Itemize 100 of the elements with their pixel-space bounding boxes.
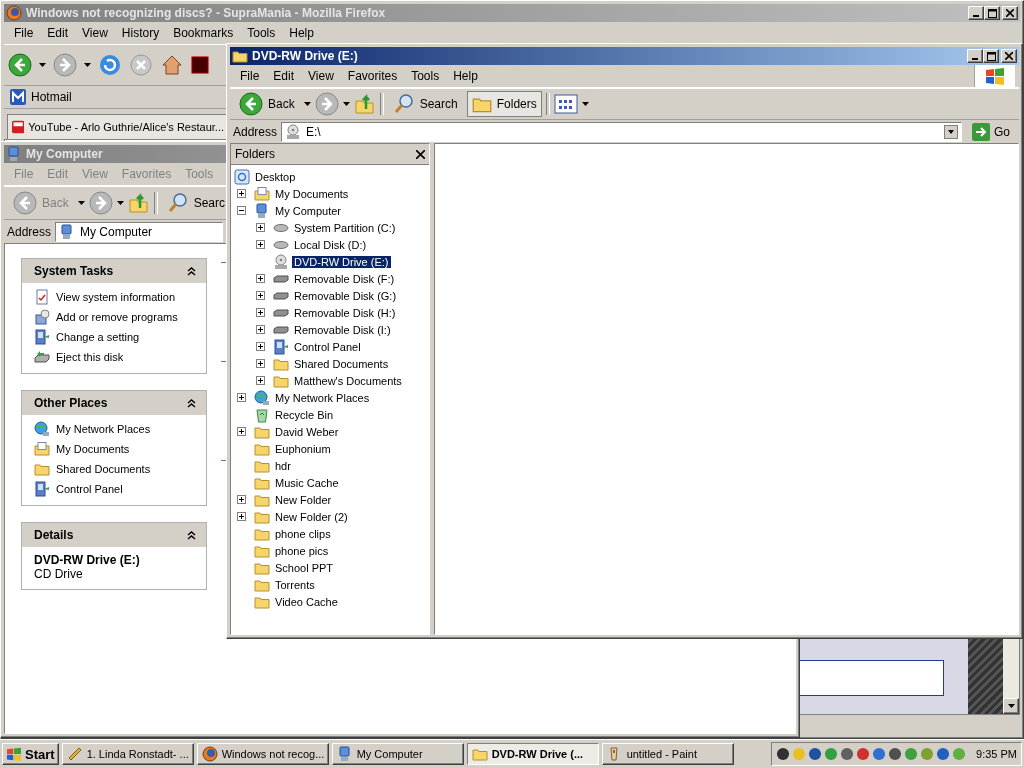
add-on-icon[interactable] xyxy=(191,56,209,74)
taskbar-button[interactable]: 1. Linda Ronstadt- ... xyxy=(61,743,194,765)
folder-tree-item[interactable]: Desktop xyxy=(253,170,298,183)
expand-button[interactable] xyxy=(237,427,246,436)
dropdown-icon[interactable] xyxy=(944,124,958,139)
folder-tree-item[interactable]: Recycle Bin xyxy=(273,408,336,421)
folder-tree-item[interactable]: My Network Places xyxy=(273,391,372,404)
expand-button[interactable] xyxy=(237,495,246,504)
task-link[interactable]: My Documents xyxy=(34,441,198,457)
reload-icon[interactable] xyxy=(98,53,122,77)
folder-tree-item[interactable]: Torrents xyxy=(273,578,317,591)
menu-item[interactable]: File xyxy=(234,67,266,85)
folder-tree-item[interactable]: Local Disk (D:) xyxy=(292,238,369,251)
bookmark-link[interactable]: Hotmail xyxy=(10,89,72,105)
browser-tab[interactable]: YouTube - Arlo Guthrie/Alice's Restaur... xyxy=(7,114,229,139)
task-link[interactable]: My Network Places xyxy=(34,421,198,437)
start-button[interactable]: Start xyxy=(2,743,59,765)
expand-button[interactable] xyxy=(237,393,246,402)
folder-tree-item[interactable]: David Weber xyxy=(273,425,341,438)
taskbar-button[interactable]: DVD-RW Drive (... xyxy=(466,743,599,765)
folder-tree-item[interactable]: New Folder (2) xyxy=(273,510,350,523)
folder-tree-item[interactable]: Euphonium xyxy=(273,442,333,455)
taskbar-button[interactable]: untitled - Paint xyxy=(601,743,734,765)
back-button[interactable]: Back xyxy=(234,91,300,117)
menu-item[interactable]: Help xyxy=(283,24,320,42)
folder-tree-item[interactable]: Matthew's Documents xyxy=(292,374,404,387)
scroll-down-button[interactable] xyxy=(1003,698,1019,714)
expand-button[interactable] xyxy=(256,342,265,351)
home-icon[interactable] xyxy=(160,53,184,77)
menu-item[interactable]: Edit xyxy=(267,67,301,85)
task-link[interactable]: Control Panel xyxy=(34,481,198,497)
tray-icon[interactable] xyxy=(888,747,903,761)
close-button[interactable] xyxy=(1001,49,1017,63)
menu-item[interactable]: File xyxy=(8,24,40,42)
tray-icon[interactable] xyxy=(936,747,951,761)
address-field[interactable]: E:\ xyxy=(281,121,962,142)
collapse-button[interactable] xyxy=(237,206,246,215)
folder-tree-item[interactable]: Control Panel xyxy=(292,340,363,353)
collapse-icon[interactable] xyxy=(187,266,196,276)
folder-tree-item[interactable]: New Folder xyxy=(273,493,334,506)
task-link[interactable]: Change a setting xyxy=(34,329,198,345)
maximize-button[interactable] xyxy=(983,49,999,63)
address-field[interactable]: My Computer xyxy=(55,221,224,242)
expand-button[interactable] xyxy=(237,512,246,521)
restore-button[interactable] xyxy=(984,6,1000,20)
minimize-button[interactable] xyxy=(967,49,983,63)
minimize-button[interactable] xyxy=(968,6,984,20)
tray-icon[interactable] xyxy=(808,747,823,761)
folder-tree-item[interactable]: My Computer xyxy=(273,204,344,217)
folder-tree-item[interactable]: Shared Documents xyxy=(292,357,391,370)
tray-icon[interactable] xyxy=(840,747,855,761)
menu-item[interactable]: Help xyxy=(447,67,484,85)
menu-item[interactable]: View xyxy=(302,67,340,85)
expand-button[interactable] xyxy=(256,274,265,283)
close-icon[interactable] xyxy=(416,149,425,159)
close-button[interactable] xyxy=(1002,6,1018,20)
tray-icon[interactable] xyxy=(776,747,791,761)
menu-item[interactable]: View xyxy=(76,24,114,42)
expand-button[interactable] xyxy=(256,325,265,334)
menu-item[interactable]: Tools xyxy=(405,67,446,85)
collapse-icon[interactable] xyxy=(187,398,196,408)
expand-button[interactable] xyxy=(256,359,265,368)
folder-tree-item[interactable]: System Partition (C:) xyxy=(292,221,398,234)
menu-item[interactable]: Edit xyxy=(41,24,75,42)
folder-tree-item[interactable]: My Documents xyxy=(273,187,351,200)
taskbar-button[interactable]: Windows not recog... xyxy=(196,743,329,765)
folder-tree-item[interactable]: School PPT xyxy=(273,561,336,574)
task-link[interactable]: Eject this disk xyxy=(34,349,198,365)
folder-tree-item[interactable]: Removable Disk (H:) xyxy=(292,306,398,319)
task-link[interactable]: View system information xyxy=(34,289,198,305)
expand-button[interactable] xyxy=(256,308,265,317)
task-link[interactable]: Add or remove programs xyxy=(34,309,198,325)
menu-item[interactable]: Favorites xyxy=(341,67,404,85)
go-button[interactable]: Go xyxy=(966,122,1016,141)
task-link[interactable]: Shared Documents xyxy=(34,461,198,477)
folder-tree-item[interactable]: Music Cache xyxy=(273,476,341,489)
menu-item[interactable]: History xyxy=(115,24,166,42)
stop-icon[interactable] xyxy=(129,53,153,77)
folders-button[interactable]: Folders xyxy=(466,91,542,117)
expand-button[interactable] xyxy=(256,223,265,232)
folder-tree-item[interactable]: phone pics xyxy=(273,544,331,557)
expand-button[interactable] xyxy=(256,291,265,300)
folder-tree-item[interactable]: phone clips xyxy=(273,527,333,540)
plus-icon xyxy=(258,293,263,298)
menu-item[interactable]: Tools xyxy=(241,24,282,42)
search-button[interactable]: Search xyxy=(387,91,463,117)
expand-button[interactable] xyxy=(256,240,265,249)
folder-tree-item[interactable]: Removable Disk (F:) xyxy=(292,272,397,285)
search-button[interactable]: Searc xyxy=(161,190,231,216)
expand-button[interactable] xyxy=(237,189,246,198)
menu-item[interactable]: Bookmarks xyxy=(167,24,240,42)
folder-tree-item[interactable]: Video Cache xyxy=(273,595,340,608)
views-icon[interactable] xyxy=(553,94,578,114)
folder-tree-item[interactable]: DVD-RW Drive (E:) xyxy=(292,255,391,268)
expand-button[interactable] xyxy=(256,376,265,385)
taskbar-button[interactable]: My Computer xyxy=(331,743,464,765)
collapse-icon[interactable] xyxy=(187,530,196,540)
folder-tree-item[interactable]: Removable Disk (I:) xyxy=(292,323,393,336)
folder-tree-item[interactable]: hdr xyxy=(273,459,293,472)
folder-tree-item[interactable]: Removable Disk (G:) xyxy=(292,289,399,302)
